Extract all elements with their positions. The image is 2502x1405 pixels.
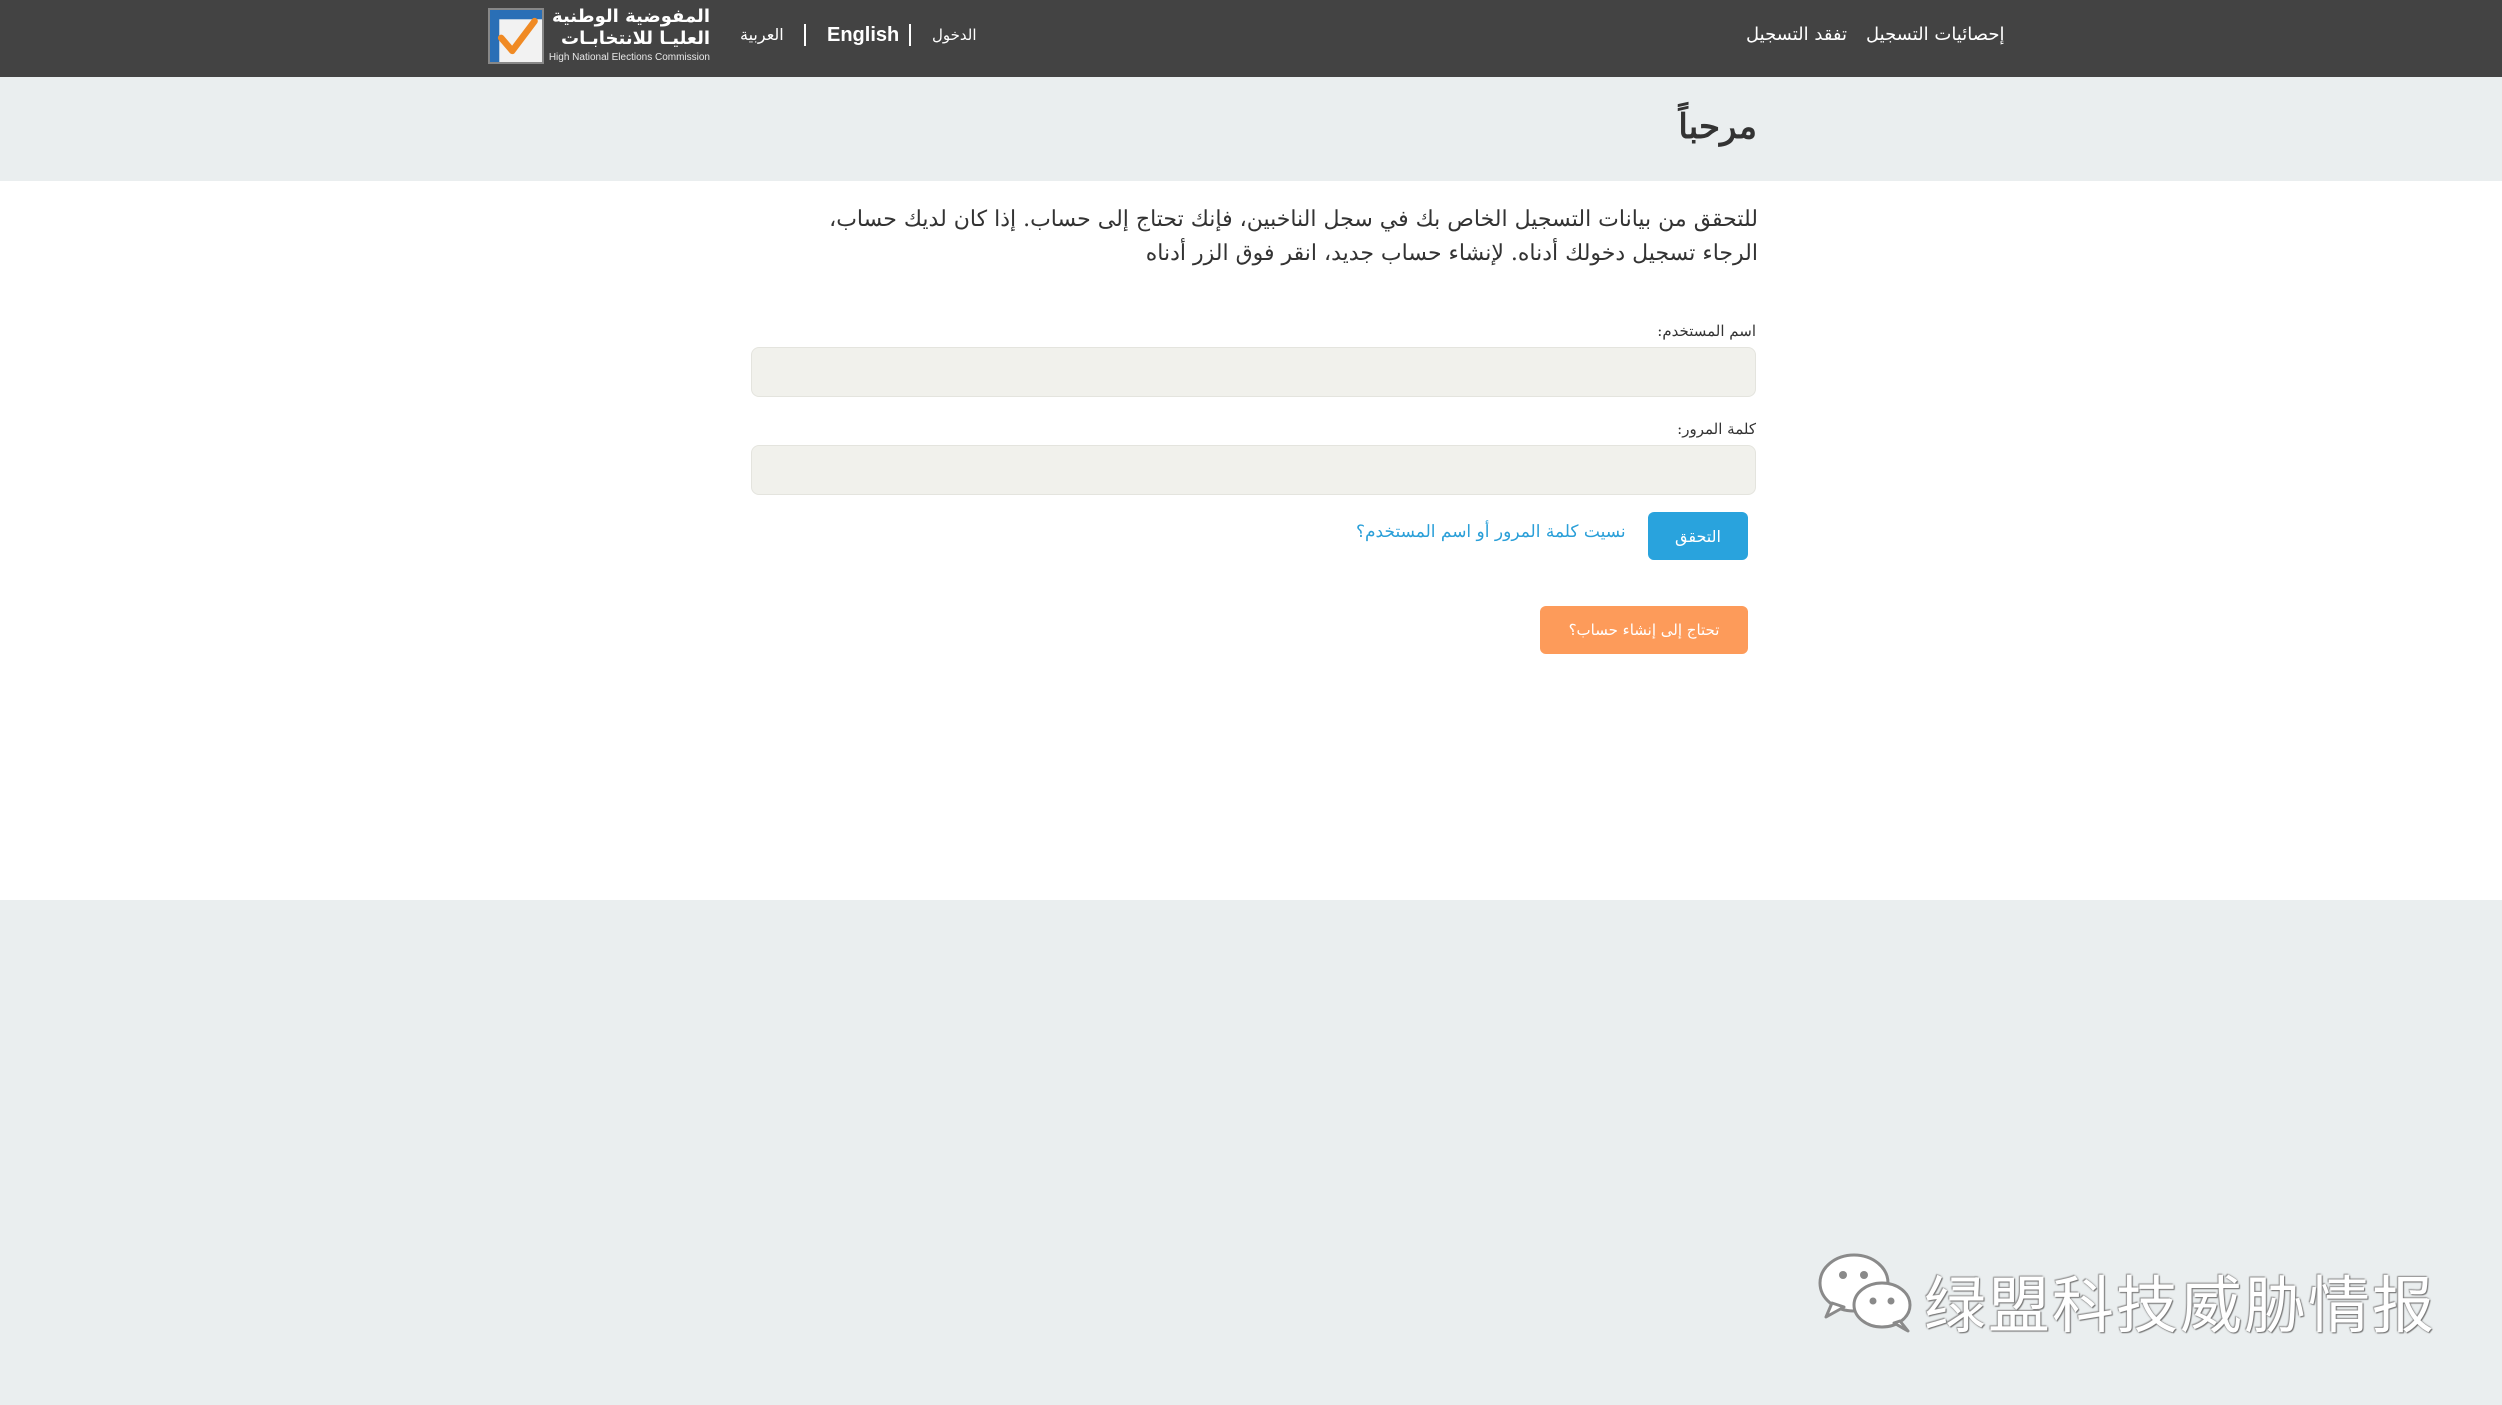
logo-arabic-line1: المفوضية الوطنية [552, 6, 710, 27]
page-header: مرحباً [0, 77, 2502, 181]
top-navbar: المفوضية الوطنية العليـا للانتخابـات Hig… [0, 0, 2502, 77]
forgot-credentials-link[interactable]: نسيت كلمة المرور أو اسم المستخدم؟ [1356, 522, 1626, 542]
checkmark-logo-icon [488, 8, 544, 64]
intro-text: للتحقق من بيانات التسجيل الخاص بك في سجل… [829, 207, 1758, 266]
username-input[interactable] [751, 347, 1756, 397]
hnec-logo[interactable]: المفوضية الوطنية العليـا للانتخابـات Hig… [488, 6, 710, 66]
verify-button[interactable]: التحقق [1648, 512, 1748, 560]
watermark: 绿盟科技威胁情报 [1816, 1245, 2434, 1342]
watermark-text: 绿盟科技威胁情报 [1924, 1269, 2437, 1342]
nav-registration-stats[interactable]: إحصائيات التسجيل [1866, 24, 2004, 45]
nav-divider [804, 24, 806, 46]
login-panel: للتحقق من بيانات التسجيل الخاص بك في سجل… [0, 181, 2502, 900]
nav-divider [909, 24, 911, 46]
language-english-link[interactable]: English [827, 24, 899, 47]
wechat-icon [1818, 1253, 1912, 1333]
logo-arabic-line2: العليـا للانتخابـات [561, 28, 710, 49]
username-label: اسم المستخدم: [1657, 322, 1756, 340]
logo-english-text: High National Elections Commission [548, 52, 710, 63]
password-input[interactable] [751, 445, 1756, 495]
language-arabic-link[interactable]: العربية [740, 25, 784, 44]
password-label: كلمة المرور: [1677, 420, 1756, 438]
nav-check-registration[interactable]: تفقد التسجيل [1746, 24, 1847, 45]
page-title: مرحباً [1678, 107, 1757, 147]
login-link[interactable]: الدخول [932, 26, 977, 44]
create-account-button[interactable]: تحتاج إلى إنشاء حساب؟ [1540, 606, 1748, 654]
